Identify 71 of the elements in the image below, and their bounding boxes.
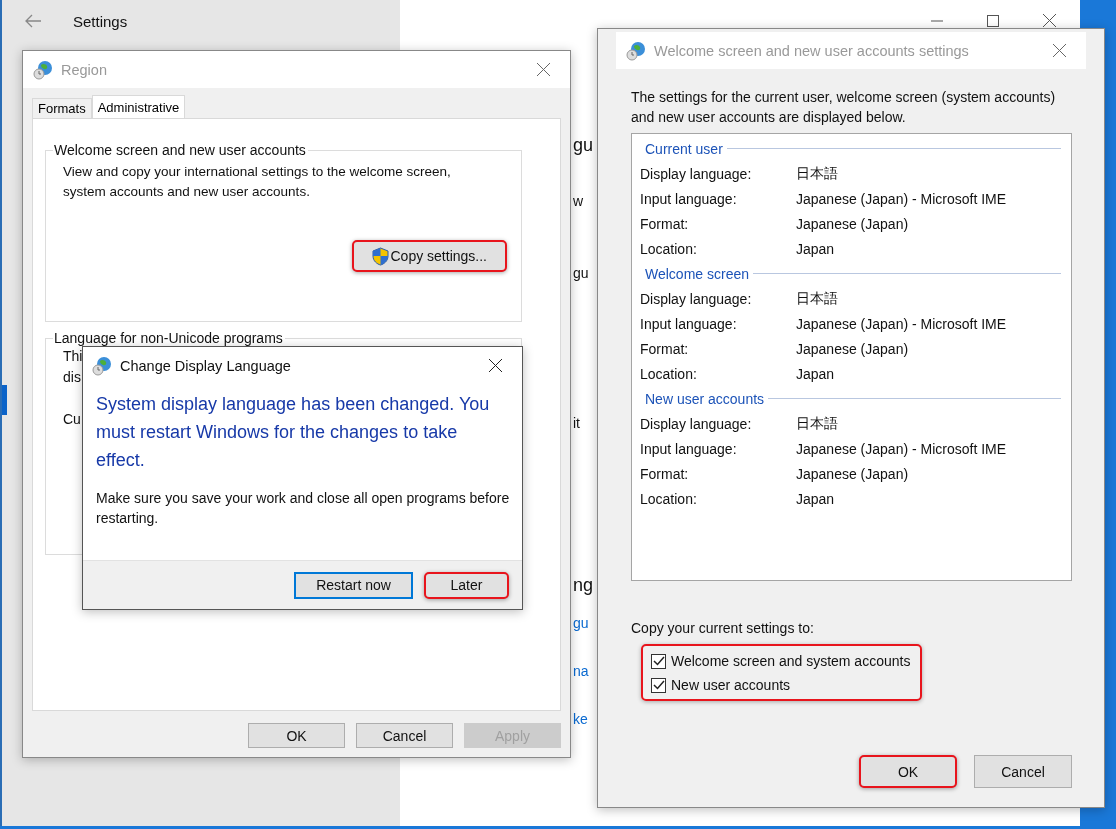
settings-link[interactable]: na [573, 664, 589, 678]
setting-label: Format: [640, 215, 690, 232]
settings-text: gu [573, 266, 589, 280]
settings-heading: ng [573, 576, 594, 594]
shield-icon [371, 246, 389, 266]
selection-indicator [2, 385, 7, 415]
checkbox[interactable] [651, 653, 666, 669]
setting-value: 日本語 [796, 414, 838, 433]
tab[interactable]: Formats [32, 98, 92, 118]
partial-text: dis [63, 368, 81, 387]
setting-label: Location: [640, 365, 698, 382]
setting-label: Input language: [640, 315, 738, 332]
settings-heading: gu [573, 136, 594, 154]
close-icon[interactable] [489, 359, 502, 372]
group-title: Language for non-Unicode programs [53, 330, 284, 346]
setting-value: Japan [796, 490, 835, 507]
section-heading: Current user [645, 140, 723, 157]
window-title: Welcome screen and new user accounts settings [654, 42, 970, 59]
setting-label: Format: [640, 340, 690, 357]
setting-value: Japanese (Japan) - Microsoft IME [796, 315, 1007, 332]
later-button[interactable]: Later [424, 571, 509, 599]
checkbox-label: New user accounts [671, 677, 791, 693]
settings-link[interactable]: gu [573, 616, 589, 630]
setting-label: Format: [640, 465, 690, 482]
checkbox[interactable] [651, 677, 666, 693]
globe-clock-icon [626, 40, 646, 61]
back-arrow-icon[interactable] [24, 14, 42, 28]
globe-clock-icon [92, 355, 112, 376]
setting-value: 日本語 [796, 164, 838, 183]
setting-value: Japan [796, 240, 835, 257]
copy-settings-button[interactable]: Copy settings... [351, 240, 507, 272]
setting-label: Location: [640, 490, 698, 507]
window-title: Region [61, 61, 108, 78]
setting-value: Japanese (Japan) [796, 465, 909, 482]
copy-to-label: Copy your current settings to: [631, 620, 815, 636]
setting-value: Japanese (Japan) [796, 340, 909, 357]
group-title: Welcome screen and new user accounts [53, 142, 307, 158]
dialog-button[interactable]: Cancel [974, 755, 1072, 788]
setting-label: Input language: [640, 190, 738, 207]
section-heading: Welcome screen [645, 265, 749, 282]
partial-text: Thi [63, 347, 83, 366]
dialog-button[interactable]: Cancel [356, 723, 453, 748]
checkbox-label: Welcome screen and system accounts [671, 653, 911, 669]
setting-value: Japanese (Japan) [796, 215, 909, 232]
setting-label: Display language: [640, 415, 753, 432]
description-text: View and copy your international settings to the welcome screen, system accounts and new user accounts. [63, 163, 452, 201]
window-title: Change Display Language [120, 357, 292, 374]
close-icon[interactable] [1043, 14, 1056, 27]
setting-label: Display language: [640, 290, 753, 307]
setting-value: Japanese (Japan) - Microsoft IME [796, 440, 1007, 457]
settings-link[interactable]: ke [573, 712, 588, 726]
maximize-icon[interactable] [987, 14, 999, 27]
setting-label: Display language: [640, 165, 753, 182]
setting-label: Input language: [640, 440, 738, 457]
globe-clock-icon [33, 59, 53, 80]
tab[interactable]: Administrative [91, 95, 186, 118]
partial-text: Cu [63, 410, 81, 429]
setting-label: Location: [640, 240, 698, 257]
setting-value: Japanese (Japan) - Microsoft IME [796, 190, 1007, 207]
setting-value: Japan [796, 365, 835, 382]
restart-now-button[interactable]: Restart now [294, 571, 413, 599]
settings-text: w [573, 194, 584, 208]
message-text: Make sure you save your work and close all open programs before restarting. [96, 489, 510, 528]
window-title: Settings [73, 12, 128, 30]
section-heading: New user accounts [645, 390, 765, 407]
settings-text: it [573, 416, 580, 430]
dialog-button[interactable]: OK [859, 755, 957, 788]
setting-value: 日本語 [796, 289, 838, 308]
main-instruction: System display language has been changed. You must restart Windows for the changes to take effect. [96, 393, 491, 472]
intro-text: The settings for the current user, welcome screen (system accounts) and new user accounts are displayed below. [631, 88, 1057, 127]
dialog-button[interactable]: OK [248, 723, 345, 748]
